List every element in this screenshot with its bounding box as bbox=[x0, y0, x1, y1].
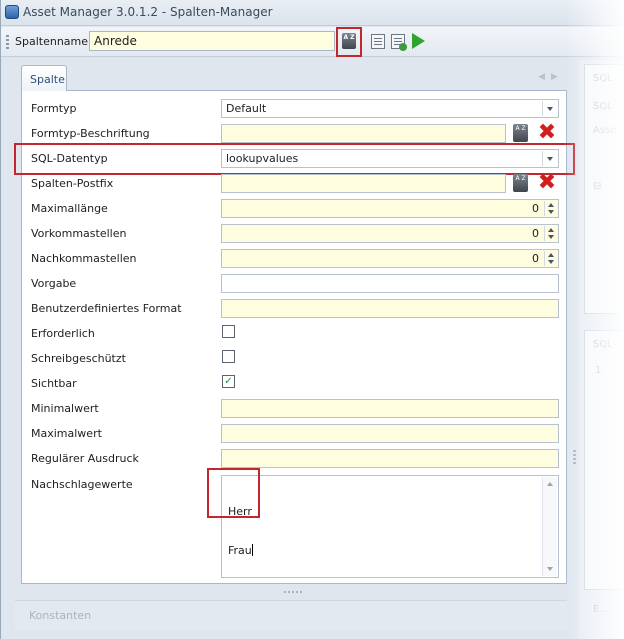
delete-icon[interactable]: ✖ bbox=[537, 122, 557, 144]
highlight-nachschlagewerte bbox=[207, 468, 260, 518]
right-footer-label: E... bbox=[593, 604, 609, 615]
title-bar[interactable]: Asset Manager 3.0.1.2 - Spalten-Manager bbox=[1, 0, 624, 26]
formtyp-beschriftung-label: Formtyp-Beschriftung bbox=[31, 127, 150, 140]
schreibgeschuetzt-checkbox[interactable] bbox=[222, 350, 235, 363]
sort-az-icon[interactable]: A Z bbox=[513, 124, 528, 142]
schreibgeschuetzt-label: Schreibgeschützt bbox=[31, 352, 126, 365]
maximalwert-label: Maximalwert bbox=[31, 427, 102, 440]
sichtbar-checkbox[interactable]: ✓ bbox=[222, 375, 235, 388]
konstanten-bar[interactable]: Konstanten bbox=[15, 600, 567, 630]
toolbar-grip[interactable] bbox=[6, 35, 9, 49]
lookup-value-line: Herr bbox=[228, 505, 252, 518]
highlight-sql-datentyp bbox=[14, 143, 575, 175]
formtyp-dropdown[interactable]: Default bbox=[221, 99, 559, 118]
konstanten-label: Konstanten bbox=[29, 609, 92, 622]
vorkommastellen-label: Vorkommastellen bbox=[31, 227, 127, 240]
text-caret bbox=[251, 544, 253, 556]
highlight-sort-button bbox=[336, 27, 362, 57]
sql-editor-header: SQL- bbox=[593, 339, 617, 350]
sql-panel-header: SQL bbox=[593, 73, 613, 84]
tab-nav-left-icon[interactable]: ◀ bbox=[538, 72, 545, 82]
erforderlich-checkbox[interactable] bbox=[222, 325, 235, 338]
properties-button[interactable] bbox=[369, 32, 387, 50]
sql-editor-panel: SQL- 1 bbox=[584, 330, 624, 590]
benutzerdefiniertes-format-label: Benutzerdefiniertes Format bbox=[31, 302, 182, 315]
benutzerdefiniertes-format-input[interactable] bbox=[221, 299, 559, 318]
regulaerer-ausdruck-input[interactable] bbox=[221, 449, 559, 468]
vorgabe-input[interactable] bbox=[221, 274, 559, 293]
formtyp-value: Default bbox=[226, 102, 267, 115]
chevron-down-icon[interactable] bbox=[542, 101, 557, 116]
tab-nav-right-icon[interactable]: ▶ bbox=[551, 72, 558, 82]
textarea-scrollbar[interactable] bbox=[542, 477, 557, 576]
spaltenname-label: Spaltenname: bbox=[15, 35, 92, 48]
spin-buttons[interactable] bbox=[544, 226, 557, 241]
maximallaenge-stepper[interactable]: 0 bbox=[221, 199, 559, 218]
sql-field[interactable]: SQL bbox=[593, 101, 613, 112]
vorkommastellen-value: 0 bbox=[532, 227, 539, 240]
nachschlagewerte-textarea[interactable]: Herr Frau bbox=[221, 475, 559, 578]
maximallaenge-label: Maximallänge bbox=[31, 202, 108, 215]
lookup-value-line: Frau bbox=[228, 544, 253, 557]
minimalwert-input[interactable] bbox=[221, 399, 559, 418]
formtyp-beschriftung-input[interactable] bbox=[221, 124, 506, 143]
erforderlich-label: Erforderlich bbox=[31, 327, 95, 340]
sichtbar-label: Sichtbar bbox=[31, 377, 77, 390]
formtyp-label: Formtyp bbox=[31, 102, 77, 115]
sql-panel: SQL SQL Asse ⊟ bbox=[584, 64, 624, 314]
sort-az-icon[interactable]: A Z bbox=[513, 174, 528, 192]
minimalwert-label: Minimalwert bbox=[31, 402, 99, 415]
app-icon bbox=[5, 5, 19, 19]
vertical-splitter[interactable] bbox=[573, 450, 576, 464]
properties-icon bbox=[371, 33, 385, 49]
run-button[interactable] bbox=[409, 32, 427, 50]
nachkommastellen-value: 0 bbox=[532, 252, 539, 265]
delete-icon[interactable]: ✖ bbox=[537, 172, 557, 194]
nachkommastellen-stepper[interactable]: 0 bbox=[221, 249, 559, 268]
asset-field[interactable]: Asse bbox=[593, 125, 616, 136]
tab-spalte[interactable]: Spalte bbox=[21, 65, 67, 91]
spalten-manager-window: Asset Manager 3.0.1.2 - Spalten-Manager … bbox=[0, 0, 624, 639]
spaltenname-input[interactable]: Anrede bbox=[89, 31, 335, 51]
vorkommastellen-stepper[interactable]: 0 bbox=[221, 224, 559, 243]
spalten-postfix-input[interactable] bbox=[221, 174, 506, 193]
nachkommastellen-label: Nachkommastellen bbox=[31, 252, 137, 265]
regulaerer-ausdruck-label: Regulärer Ausdruck bbox=[31, 452, 139, 465]
line-number: 1 bbox=[595, 365, 602, 376]
vorgabe-label: Vorgabe bbox=[31, 277, 77, 290]
nachschlagewerte-label: Nachschlagewerte bbox=[31, 478, 133, 491]
validate-icon bbox=[391, 33, 407, 51]
maximalwert-input[interactable] bbox=[221, 424, 559, 443]
spin-buttons[interactable] bbox=[544, 251, 557, 266]
tree-toggle-icon[interactable]: ⊟ bbox=[593, 181, 601, 192]
run-icon bbox=[411, 33, 425, 49]
horizontal-splitter[interactable] bbox=[284, 591, 304, 593]
validate-button[interactable] bbox=[389, 32, 407, 51]
window-title: Asset Manager 3.0.1.2 - Spalten-Manager bbox=[23, 5, 273, 19]
spalten-postfix-label: Spalten-Postfix bbox=[31, 177, 114, 190]
spin-buttons[interactable] bbox=[544, 201, 557, 216]
maximallaenge-value: 0 bbox=[532, 202, 539, 215]
